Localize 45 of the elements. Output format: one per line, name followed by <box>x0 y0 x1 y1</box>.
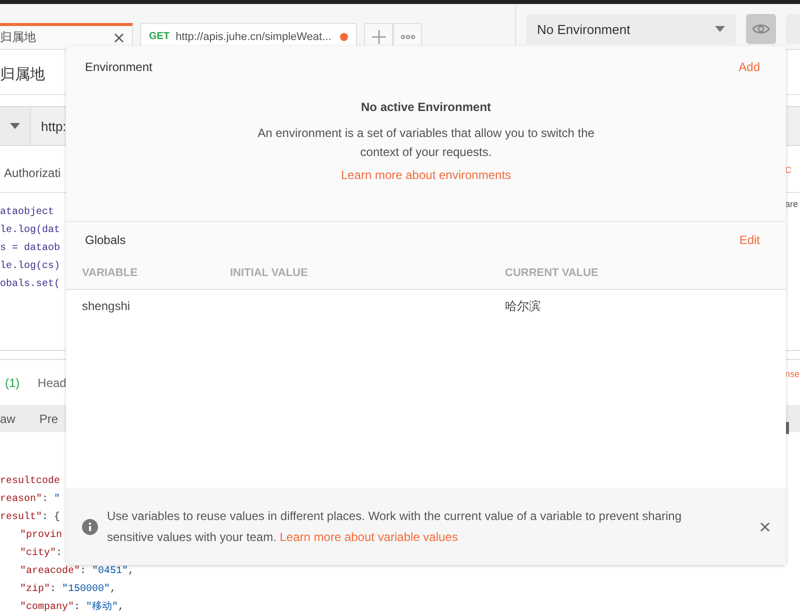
eye-icon <box>752 23 770 35</box>
table-cell-text: shengshi <box>82 299 132 313</box>
code-line: s = dataob <box>0 242 60 256</box>
scrollbar-thumb[interactable] <box>786 422 789 434</box>
code-line: le.log(cs) <box>0 260 60 274</box>
code-line: result": { <box>0 510 60 525</box>
close-icon[interactable] <box>114 32 124 42</box>
url-field[interactable]: http: <box>31 107 66 145</box>
response-tab[interactable]: (1) <box>5 376 20 390</box>
caret-icon <box>10 123 20 129</box>
code-line: obals.set( <box>0 278 60 292</box>
code-line: resultcode <box>0 474 60 489</box>
method-dropdown[interactable] <box>0 107 31 145</box>
response-tab[interactable]: Head <box>38 376 66 390</box>
table-cell: 哈尔滨 <box>505 298 541 314</box>
more-icon <box>400 34 414 38</box>
plus-icon <box>372 30 386 44</box>
request-section-tab[interactable]: Authorizati <box>4 166 61 180</box>
globals-title: Globals <box>85 233 126 247</box>
eye-button[interactable] <box>746 14 776 44</box>
code-line: "areacode": "0451", <box>20 564 134 579</box>
code-line: le.log(dat <box>0 224 60 238</box>
code-line: reason": " <box>0 492 60 507</box>
code-line: "zip": "150000", <box>20 582 116 597</box>
popover-title: Environment <box>85 60 152 74</box>
code-line: "company": "移动", <box>20 600 124 614</box>
body-mode-tab[interactable]: aw <box>0 412 16 426</box>
environment-dropdown[interactable]: No Environment <box>526 14 736 44</box>
caret-icon <box>715 26 725 32</box>
request-tab[interactable]: 归属地 <box>0 23 133 49</box>
info-icon <box>82 518 98 534</box>
close-icon[interactable] <box>760 522 770 532</box>
tip-text: Use variables to reuse values in different places. Work with the current value of a variable to prevent sharing sensitive values with your team. Learn more about variable values <box>107 508 683 546</box>
empty-title: No active Environment <box>360 100 492 114</box>
code-line: "city": <box>20 546 62 561</box>
empty-description: An environment is a set of variables that allow you to switch the context of your requests. <box>256 125 596 161</box>
column-header: VARIABLE <box>82 266 138 278</box>
code-line: ataobject <box>0 206 54 220</box>
column-header: INITIAL VALUE <box>230 266 309 278</box>
request-title: 归属地 <box>0 64 45 84</box>
column-header: CURRENT VALUE <box>505 266 598 278</box>
body-mode-tab[interactable]: Pre <box>39 412 58 426</box>
text-fragment: are <box>785 199 798 209</box>
unsaved-dot <box>340 32 348 40</box>
code-line: "provin <box>20 528 62 543</box>
